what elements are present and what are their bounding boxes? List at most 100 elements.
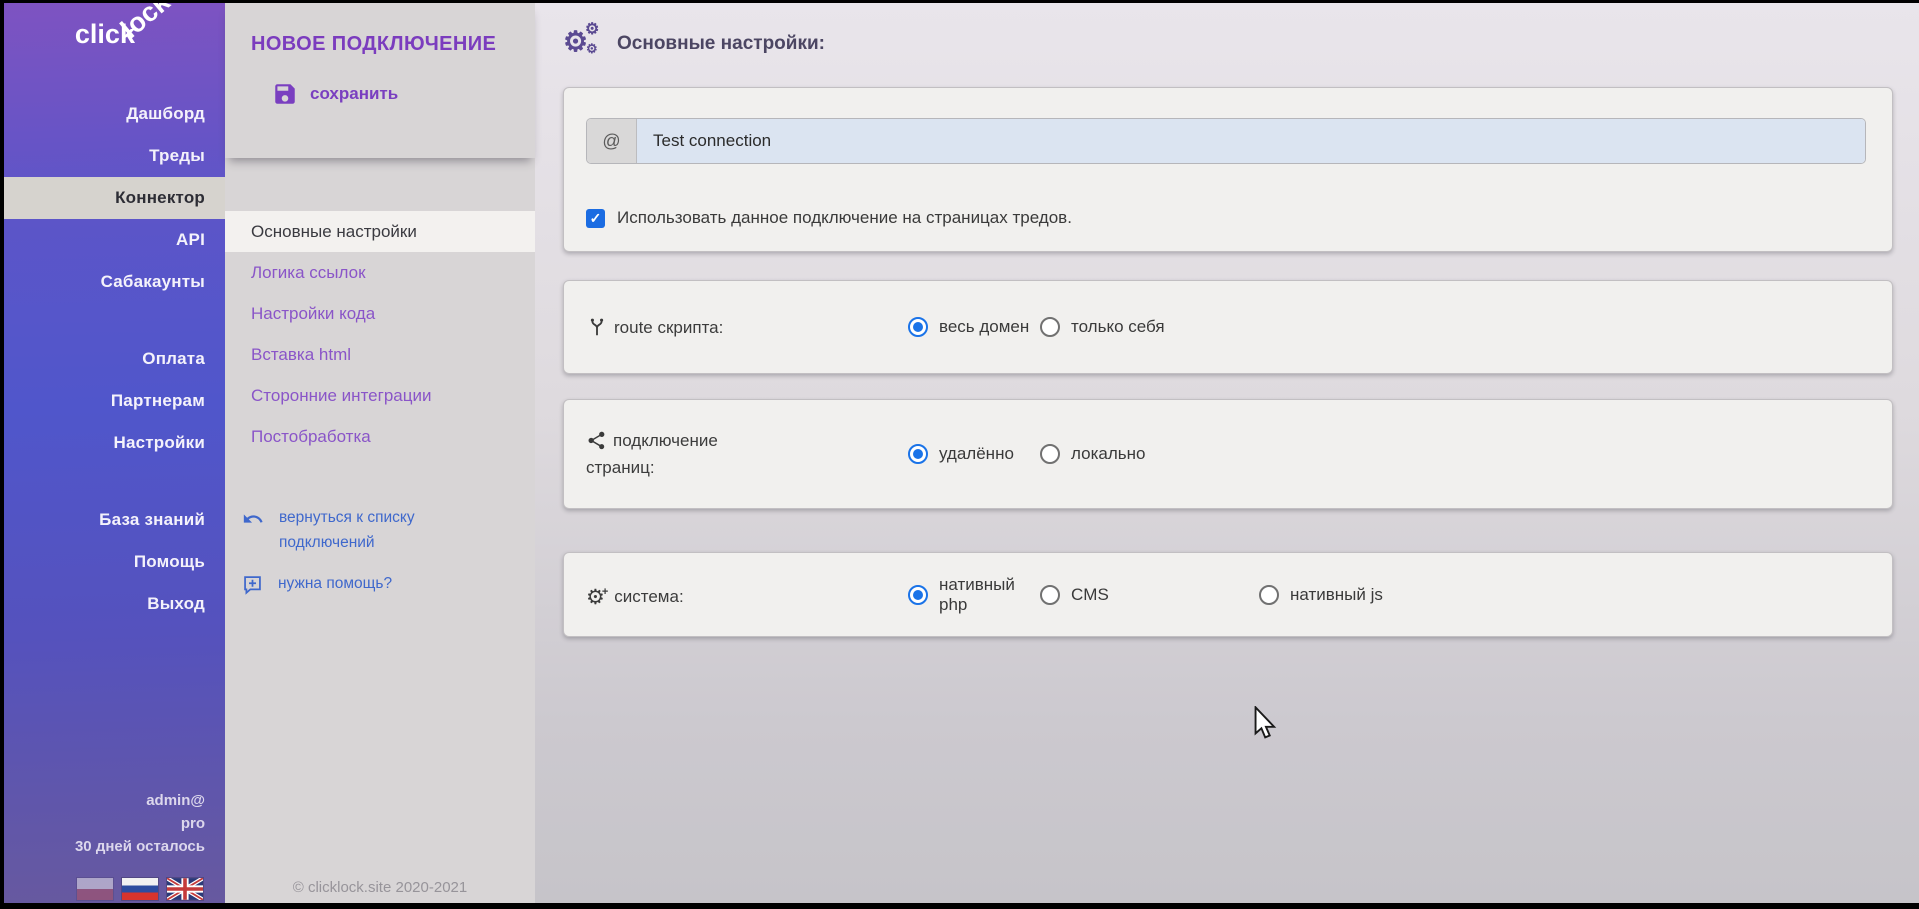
account-days-left: 30 дней осталось bbox=[4, 835, 205, 858]
radio-button[interactable] bbox=[908, 585, 928, 605]
nav-label: Треды bbox=[149, 146, 205, 166]
menu-label: Постобработка bbox=[251, 427, 371, 447]
panel-menu: Основные настройки Логика ссылок Настрой… bbox=[225, 211, 535, 457]
panel-item-postprocessing[interactable]: Постобработка bbox=[225, 416, 535, 457]
account-email: admin@ bbox=[4, 789, 205, 812]
sidebar-item-knowledge-base[interactable]: База знаний bbox=[4, 499, 225, 541]
connection-name-card: @ ✓ Использовать данное подключение на с… bbox=[563, 87, 1893, 252]
sidebar-item-logout[interactable]: Выход bbox=[4, 583, 225, 625]
menu-label: Вставка html bbox=[251, 345, 351, 365]
use-on-threads-checkbox[interactable]: ✓ bbox=[586, 209, 605, 228]
radio-button[interactable] bbox=[1259, 585, 1279, 605]
option-native-js[interactable]: нативный js bbox=[1259, 585, 1383, 605]
poland-flag[interactable] bbox=[77, 878, 113, 900]
option-label: нативный php bbox=[939, 575, 1040, 615]
sidebar: clicklock Дашборд Треды Коннектор API Са… bbox=[4, 3, 225, 903]
nav-label: Партнерам bbox=[111, 391, 205, 411]
menu-label: Настройки кода bbox=[251, 304, 375, 324]
copyright: © clicklock.site 2020-2021 bbox=[225, 879, 535, 896]
checkbox-label: Использовать данное подключение на стран… bbox=[617, 208, 1072, 228]
days-text: дней осталось bbox=[92, 838, 205, 855]
clicklock-logo[interactable]: clicklock bbox=[4, 3, 225, 75]
days-count: 30 bbox=[75, 838, 92, 855]
option-cms[interactable]: CMS bbox=[1040, 585, 1259, 605]
sidebar-item-api[interactable]: API bbox=[4, 219, 225, 261]
panel-item-code-settings[interactable]: Настройки кода bbox=[225, 293, 535, 334]
option-label: весь домен bbox=[939, 317, 1029, 337]
nav-group-divider bbox=[4, 464, 225, 499]
option-label: удалённо bbox=[939, 444, 1014, 464]
back-to-connections-link[interactable]: вернуться к списку подключений bbox=[242, 505, 472, 555]
section-heading-label: Основные настройки: bbox=[617, 33, 825, 55]
panel-item-html-insert[interactable]: Вставка html bbox=[225, 334, 535, 375]
option-remote[interactable]: удалённо bbox=[908, 444, 1040, 464]
app-window: clicklock Дашборд Треды Коннектор API Са… bbox=[4, 3, 1919, 903]
menu-label: Логика ссылок bbox=[251, 263, 366, 283]
add-comment-icon bbox=[242, 574, 263, 595]
system-options: нативный php CMS нативный js bbox=[908, 575, 1383, 615]
option-label: локально bbox=[1071, 444, 1145, 464]
nav-label: База знаний bbox=[99, 510, 205, 530]
nav-label: Дашборд bbox=[126, 104, 205, 124]
account-plan: pro bbox=[4, 812, 205, 835]
need-help-link[interactable]: нужна помощь? bbox=[242, 571, 472, 596]
save-button[interactable]: сохранить bbox=[272, 81, 535, 107]
language-switcher bbox=[4, 878, 225, 900]
sidebar-item-subaccounts[interactable]: Сабакаунты bbox=[4, 261, 225, 303]
uk-flag[interactable] bbox=[167, 878, 203, 900]
radio-button[interactable] bbox=[1040, 444, 1060, 464]
nav-label: Помощь bbox=[134, 552, 205, 572]
sidebar-footer: admin@ pro 30 дней осталось bbox=[4, 789, 225, 900]
nav-group-divider bbox=[4, 303, 225, 338]
radio-button[interactable] bbox=[1040, 317, 1060, 337]
option-native-php[interactable]: нативный php bbox=[908, 575, 1040, 615]
sidebar-item-settings[interactable]: Настройки bbox=[4, 422, 225, 464]
option-label: нативный js bbox=[1290, 585, 1383, 605]
nav-label: Сабакаунты bbox=[101, 272, 205, 292]
option-local[interactable]: локально bbox=[1040, 444, 1145, 464]
nav-label: Выход bbox=[147, 594, 205, 614]
route-script-options: весь домен только себя bbox=[908, 317, 1165, 337]
system-card: ⚙+система: нативный php CMS нативный js bbox=[563, 552, 1893, 637]
radio-button[interactable] bbox=[908, 317, 928, 337]
account-info: admin@ pro 30 дней осталось bbox=[4, 789, 225, 858]
system-label: ⚙+система: bbox=[586, 579, 736, 611]
nav-label: API bbox=[176, 230, 205, 250]
panel-item-link-logic[interactable]: Логика ссылок bbox=[225, 252, 535, 293]
option-only-self[interactable]: только себя bbox=[1040, 317, 1165, 337]
sidebar-item-connector[interactable]: Коннектор bbox=[4, 177, 225, 219]
option-label: CMS bbox=[1071, 585, 1109, 605]
russia-flag[interactable] bbox=[122, 878, 158, 900]
sidebar-item-partners[interactable]: Партнерам bbox=[4, 380, 225, 422]
panel-title: НОВОЕ ПОДКЛЮЧЕНИЕ bbox=[251, 33, 535, 56]
row-label-text: route скрипта: bbox=[614, 318, 723, 337]
sidebar-item-help[interactable]: Помощь bbox=[4, 541, 225, 583]
panel-item-basic-settings[interactable]: Основные настройки bbox=[225, 211, 535, 252]
connection-name-input[interactable] bbox=[637, 119, 1865, 163]
nav-label: Настройки bbox=[114, 433, 206, 453]
route-icon bbox=[586, 316, 608, 338]
page-connection-options: удалённо локально bbox=[908, 444, 1145, 464]
route-script-label: route скрипта: bbox=[586, 314, 736, 341]
page-connection-label: подключение страниц: bbox=[586, 427, 736, 481]
menu-label: Сторонние интеграции bbox=[251, 386, 431, 406]
radio-button[interactable] bbox=[908, 444, 928, 464]
row-label-text: система: bbox=[614, 587, 683, 606]
page-connection-card: подключение страниц: удалённо локально bbox=[563, 399, 1893, 509]
gears-icon: ⚙⚙⚙ bbox=[563, 27, 603, 61]
panel-item-integrations[interactable]: Сторонние интеграции bbox=[225, 375, 535, 416]
option-whole-domain[interactable]: весь домен bbox=[908, 317, 1040, 337]
section-heading: ⚙⚙⚙ Основные настройки: bbox=[563, 27, 1919, 61]
sidebar-item-dashboard[interactable]: Дашборд bbox=[4, 93, 225, 135]
sidebar-item-threads[interactable]: Треды bbox=[4, 135, 225, 177]
sidebar-item-payment[interactable]: Оплата bbox=[4, 338, 225, 380]
route-script-card: route скрипта: весь домен только себя bbox=[563, 280, 1893, 374]
save-icon bbox=[272, 81, 298, 107]
radio-button[interactable] bbox=[1040, 585, 1060, 605]
undo-icon bbox=[242, 508, 264, 530]
menu-label: Основные настройки bbox=[251, 222, 417, 242]
use-on-threads-row: ✓ Использовать данное подключение на стр… bbox=[586, 208, 1870, 228]
link-label: вернуться к списку подключений bbox=[279, 505, 454, 555]
panel-header: НОВОЕ ПОДКЛЮЧЕНИЕ сохранить bbox=[225, 3, 535, 158]
sidebar-nav: Дашборд Треды Коннектор API Сабакаунты О… bbox=[4, 93, 225, 625]
